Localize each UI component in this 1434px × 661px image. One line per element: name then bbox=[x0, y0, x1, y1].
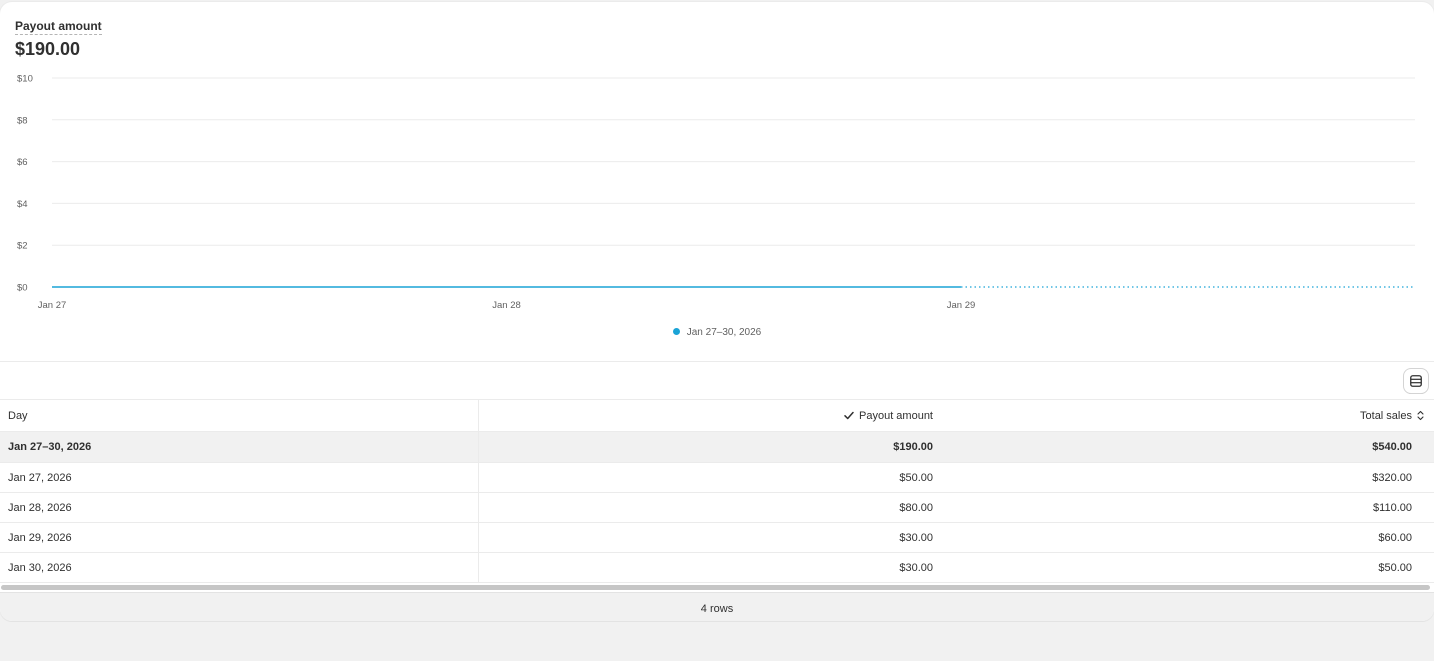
table-total-row: Jan 27–30, 2026 $190.00 $540.00 bbox=[0, 431, 1434, 463]
checkmark-icon bbox=[844, 411, 854, 419]
table-row: Jan 28, 2026 $80.00 $110.00 bbox=[0, 492, 1434, 523]
column-header-payout-amount[interactable]: Payout amount bbox=[478, 399, 941, 432]
y-tick-label: $10 bbox=[17, 74, 33, 85]
row-payout: $50.00 bbox=[478, 462, 941, 493]
total-payout: $190.00 bbox=[478, 431, 941, 463]
table-row: Jan 30, 2026 $30.00 $50.00 bbox=[0, 552, 1434, 583]
payout-report-card: Payout amount $190.00 $0 $2 $4 $6 $8 $10 Jan 2… bbox=[0, 2, 1434, 621]
x-tick-label: Jan 27 bbox=[38, 300, 67, 311]
y-tick-label: $8 bbox=[17, 115, 28, 126]
chart-legend: Jan 27–30, 2026 bbox=[0, 327, 1434, 338]
report-table: Day Payout amount Total sales Jan 27–30,… bbox=[0, 399, 1434, 583]
row-count: 4 rows bbox=[700, 602, 734, 615]
row-day: Jan 28, 2026 bbox=[0, 492, 479, 523]
row-payout: $30.00 bbox=[478, 522, 941, 553]
table-header-row: Day Payout amount Total sales bbox=[0, 399, 1434, 432]
payout-line-chart: $0 $2 $4 $6 $8 $10 Jan 27 Jan 28 Jan 29 bbox=[17, 74, 1416, 311]
table-view-icon bbox=[1410, 375, 1422, 387]
total-day: Jan 27–30, 2026 bbox=[0, 431, 479, 463]
horizontal-scrollbar[interactable] bbox=[1, 585, 1430, 590]
y-tick-label: $6 bbox=[17, 157, 28, 168]
row-sales: $60.00 bbox=[941, 522, 1434, 553]
column-header-day[interactable]: Day bbox=[0, 399, 479, 432]
row-sales: $50.00 bbox=[941, 552, 1434, 583]
y-tick-label: $0 bbox=[17, 283, 28, 294]
table-view-toggle-button[interactable] bbox=[1404, 369, 1428, 393]
legend-swatch bbox=[672, 328, 680, 335]
x-tick-label: Jan 29 bbox=[947, 300, 976, 311]
table-row: Jan 29, 2026 $30.00 $60.00 bbox=[0, 522, 1434, 553]
row-day: Jan 30, 2026 bbox=[0, 552, 479, 583]
row-payout: $80.00 bbox=[478, 492, 941, 523]
column-header-total-sales[interactable]: Total sales bbox=[941, 399, 1434, 432]
legend-label: Jan 27–30, 2026 bbox=[686, 327, 762, 338]
x-tick-label: Jan 28 bbox=[492, 300, 521, 311]
row-day: Jan 29, 2026 bbox=[0, 522, 479, 553]
y-tick-label: $4 bbox=[17, 199, 28, 210]
sort-icon bbox=[1417, 410, 1424, 420]
row-sales: $110.00 bbox=[941, 492, 1434, 523]
row-payout: $30.00 bbox=[478, 552, 941, 583]
column-header-label: Payout amount bbox=[859, 409, 933, 422]
row-sales: $320.00 bbox=[941, 462, 1434, 493]
total-sales: $540.00 bbox=[941, 431, 1434, 463]
row-day: Jan 27, 2026 bbox=[0, 462, 479, 493]
y-tick-label: $2 bbox=[17, 241, 28, 252]
column-header-label: Total sales bbox=[1360, 409, 1412, 422]
section-divider bbox=[0, 361, 1434, 362]
column-header-label: Day bbox=[8, 409, 28, 422]
table-row: Jan 27, 2026 $50.00 $320.00 bbox=[0, 462, 1434, 493]
table-footer: 4 rows bbox=[0, 592, 1434, 621]
